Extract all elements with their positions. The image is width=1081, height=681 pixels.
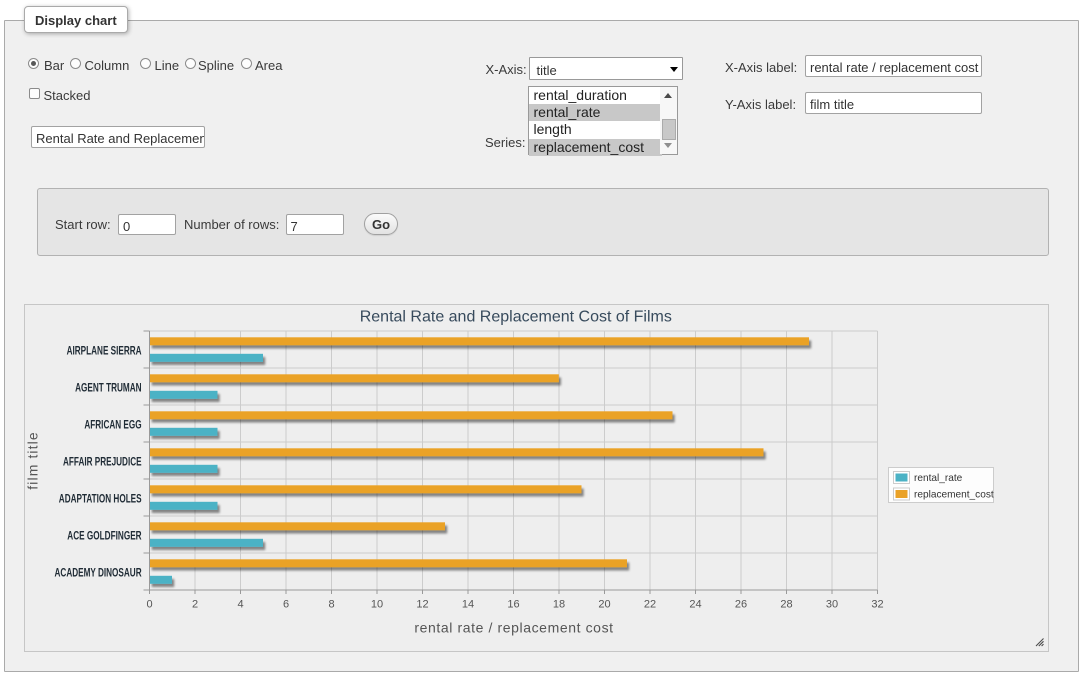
svg-text:rental rate / replacement cost: rental rate / replacement cost: [414, 620, 613, 636]
svg-text:8: 8: [328, 599, 334, 611]
svg-text:30: 30: [826, 599, 838, 611]
svg-text:10: 10: [371, 599, 383, 611]
svg-text:ACADEMY DINOSAUR: ACADEMY DINOSAUR: [55, 568, 143, 580]
svg-text:ADAPTATION HOLES: ADAPTATION HOLES: [59, 494, 142, 506]
svg-text:0: 0: [146, 599, 152, 611]
svg-text:2: 2: [192, 599, 198, 611]
svg-text:22: 22: [644, 599, 656, 611]
svg-text:26: 26: [735, 599, 747, 611]
svg-text:rental_rate: rental_rate: [914, 473, 963, 484]
svg-text:AFRICAN EGG: AFRICAN EGG: [84, 420, 141, 432]
svg-text:AIRPLANE SIERRA: AIRPLANE SIERRA: [67, 346, 142, 358]
svg-text:6: 6: [283, 599, 289, 611]
svg-text:ACE GOLDFINGER: ACE GOLDFINGER: [67, 531, 142, 543]
svg-text:12: 12: [416, 599, 428, 611]
svg-text:film title: film title: [25, 431, 41, 489]
svg-text:20: 20: [598, 599, 610, 611]
svg-text:18: 18: [553, 599, 565, 611]
svg-text:AFFAIR PREJUDICE: AFFAIR PREJUDICE: [63, 457, 142, 469]
svg-text:replacement_cost: replacement_cost: [914, 490, 994, 501]
svg-text:4: 4: [237, 599, 243, 611]
svg-text:AGENT TRUMAN: AGENT TRUMAN: [75, 383, 142, 395]
svg-text:24: 24: [689, 599, 701, 611]
svg-text:32: 32: [871, 599, 883, 611]
svg-text:28: 28: [780, 599, 792, 611]
svg-text:14: 14: [462, 599, 474, 611]
svg-text:Rental Rate and Replacement Co: Rental Rate and Replacement Cost of Film…: [360, 309, 672, 326]
svg-text:16: 16: [507, 599, 519, 611]
